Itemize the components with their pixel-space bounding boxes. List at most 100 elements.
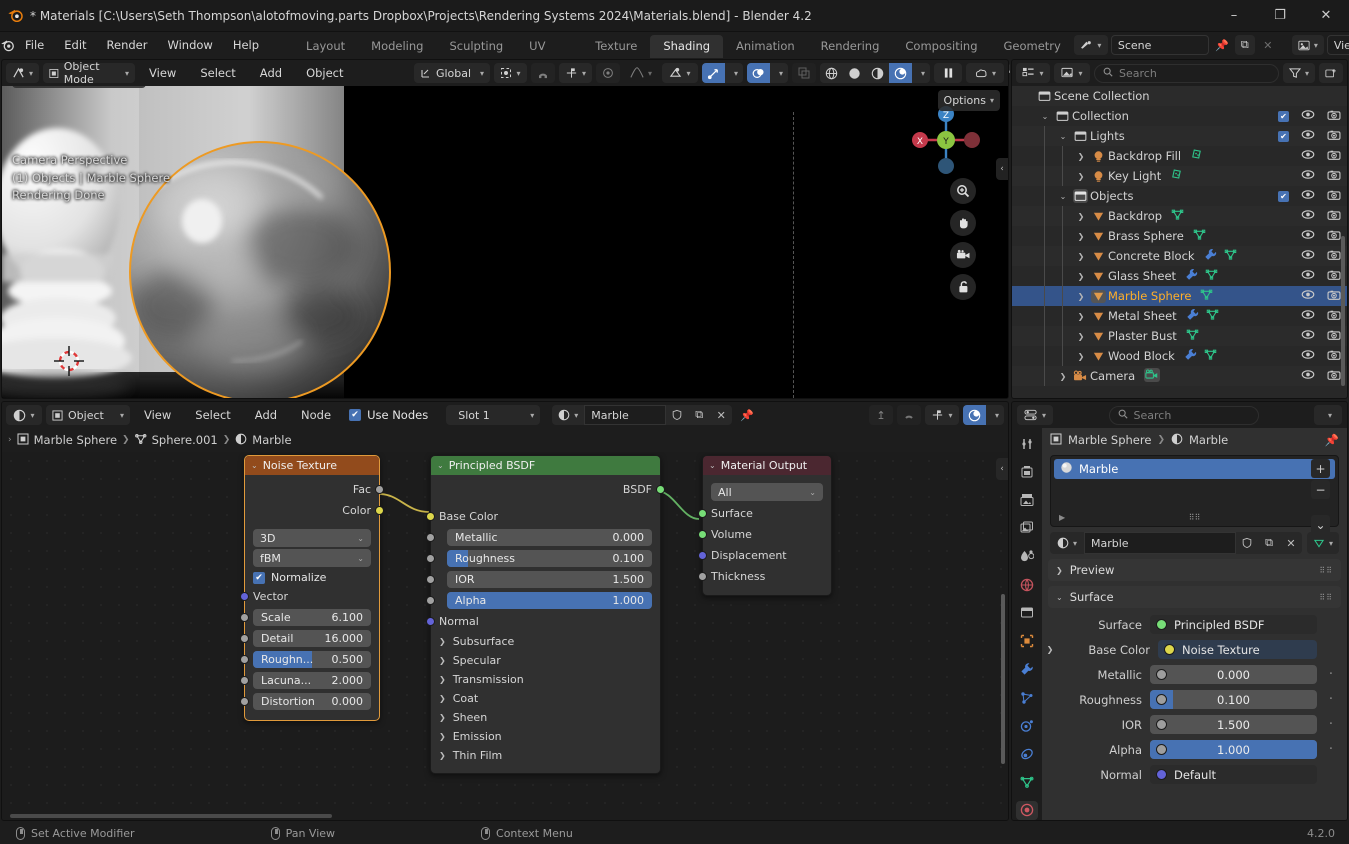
preview-chevron-icon[interactable]: ❯ <box>1056 566 1063 575</box>
bsdf-input-metallic[interactable]: Metallic 0.000 <box>426 527 660 548</box>
tab-modifiers[interactable] <box>1016 660 1038 679</box>
outliner-row-marble-sphere[interactable]: ❯ Marble Sphere <box>1012 286 1347 306</box>
properties-material-browse-icon[interactable]: ▾ <box>1050 532 1084 554</box>
breadcrumb-mesh-name[interactable]: Sphere.001 <box>152 433 218 447</box>
node-noise-texture[interactable]: ⌄ Noise Texture Fac Color 3D ⌄ fBM ⌄ ✔ N… <box>240 455 384 721</box>
properties-material-name[interactable]: Marble <box>1189 433 1228 447</box>
noise-output-color[interactable]: Color <box>245 500 384 521</box>
bsdf-input-alpha[interactable]: Alpha 1.000 <box>426 590 660 611</box>
disable-in-render-icon[interactable] <box>1327 189 1341 204</box>
tab-collection[interactable] <box>1016 603 1038 622</box>
bsdf-input-base-color[interactable]: Base Color <box>426 506 660 527</box>
noise-input-roughness[interactable]: Roughn... 0.500 <box>240 649 379 670</box>
new-scene-icon[interactable]: ⧉ <box>1234 35 1255 55</box>
disable-in-render-icon[interactable] <box>1327 229 1341 244</box>
disable-in-render-icon[interactable] <box>1327 169 1341 184</box>
outliner-row-lights[interactable]: ⌄ Lights ✔ <box>1012 126 1347 146</box>
disable-in-render-icon[interactable] <box>1327 149 1341 164</box>
noise-output-fac[interactable]: Fac <box>245 479 384 500</box>
rendered-shading-button[interactable] <box>888 63 912 83</box>
pivot-point-icon[interactable]: ▾ <box>493 63 527 83</box>
node-menu-add[interactable]: Add <box>245 402 287 428</box>
lacunarity-field[interactable]: Lacuna... 2.000 <box>253 672 371 689</box>
hide-in-viewport-icon[interactable] <box>1301 249 1315 263</box>
distortion-field[interactable]: Distortion 0.000 <box>253 693 371 710</box>
bsdf-panel-coat[interactable]: ❯ Coat <box>431 689 660 708</box>
collection-exclude-checkbox[interactable]: ✔ <box>1278 110 1289 122</box>
properties-editor-type-icon[interactable]: ▾ <box>1017 405 1053 425</box>
hide-in-viewport-icon[interactable] <box>1301 289 1315 303</box>
tab-object[interactable] <box>1016 632 1038 651</box>
remove-material-slot-button[interactable]: − <box>1311 480 1330 499</box>
disclosure-triangle-icon[interactable]: ❯ <box>1056 372 1070 381</box>
outliner-row-glass-sheet[interactable]: ❯ Glass Sheet <box>1012 266 1347 286</box>
normalize-checkbox[interactable]: ✔ <box>253 571 265 584</box>
proportional-edit-icon[interactable] <box>595 63 620 83</box>
menu-help[interactable]: Help <box>223 32 269 58</box>
bsdf-panel-emission[interactable]: ❯ Emission <box>431 727 660 746</box>
viewport-menu-object[interactable]: Object <box>296 60 353 86</box>
output-collapse-chevron-icon[interactable]: ⌄ <box>709 461 716 470</box>
tab-object-data[interactable] <box>1016 773 1038 792</box>
outliner-row-backdrop[interactable]: ❯ Backdrop <box>1012 206 1347 226</box>
disable-in-render-icon[interactable] <box>1327 109 1341 124</box>
surface-chevron-icon[interactable]: ⌄ <box>1056 593 1063 602</box>
pan-hand-icon[interactable] <box>950 210 976 236</box>
outliner-search-input[interactable]: Search <box>1094 63 1279 83</box>
viewport-options-dropdown[interactable]: Options ▾ <box>937 90 1000 111</box>
properties-object-name[interactable]: Marble Sphere <box>1068 433 1151 447</box>
outliner-tree[interactable]: Scene Collection ⌄ Collection ✔ ⌄ Lights ✔ ❯ Bac… <box>1012 86 1347 398</box>
hide-in-viewport-icon[interactable] <box>1301 109 1315 123</box>
node-principled-bsdf[interactable]: ⌄ Principled BSDF BSDF Base Color Metall… <box>426 455 665 774</box>
show-overlays-button[interactable] <box>746 63 770 83</box>
subsurface-chevron-icon[interactable]: ❯ <box>439 637 446 646</box>
tab-view-layer[interactable] <box>1016 519 1038 538</box>
material-slot-menu-button[interactable]: ⌄ <box>1311 515 1330 534</box>
bsdf-panel-specular[interactable]: ❯ Specular <box>431 651 660 670</box>
properties-search-input[interactable]: Search <box>1108 405 1259 425</box>
hide-in-viewport-icon[interactable] <box>1301 149 1315 163</box>
mesh-data-icon[interactable] <box>1205 268 1218 284</box>
noise-input-detail[interactable]: Detail 16.000 <box>240 628 379 649</box>
menu-edit[interactable]: Edit <box>54 32 96 58</box>
disclosure-triangle-icon[interactable]: ❯ <box>1074 292 1088 301</box>
distortion-socket[interactable] <box>240 697 249 706</box>
breadcrumb-material-name[interactable]: Marble <box>252 433 291 447</box>
snap-node-parent-icon[interactable]: ↥ <box>868 405 893 425</box>
color-socket[interactable] <box>375 506 384 515</box>
prop-surface-field[interactable]: Principled BSDF <box>1150 615 1317 634</box>
disable-in-render-icon[interactable] <box>1327 289 1341 304</box>
surface-socket[interactable] <box>698 509 707 518</box>
mesh-data-icon[interactable] <box>1193 228 1206 244</box>
disclosure-triangle-icon[interactable]: ❯ <box>1074 212 1088 221</box>
coat-chevron-icon[interactable]: ❯ <box>439 694 446 703</box>
sheen-chevron-icon[interactable]: ❯ <box>439 713 446 722</box>
editor-type-icon[interactable]: ▾ <box>6 63 40 83</box>
bsdf-roughness-socket[interactable] <box>426 554 435 563</box>
outliner-row-metal-sheet[interactable]: ❯ Metal Sheet <box>1012 306 1347 326</box>
node-scrollbar-vertical[interactable] <box>1001 594 1005 764</box>
tab-particles[interactable] <box>1016 688 1038 707</box>
disclosure-triangle-icon[interactable]: ❯ <box>1074 332 1088 341</box>
mesh-data-icon[interactable] <box>1204 348 1217 364</box>
properties-pin-icon[interactable]: 📌 <box>1325 433 1339 447</box>
outliner-row-backdrop-fill[interactable]: ❯ Backdrop Fill <box>1012 146 1347 166</box>
shader-type-dropdown[interactable]: Object ▾ <box>46 405 130 425</box>
scene-name-field[interactable]: Scene <box>1110 35 1209 55</box>
material-slot-list[interactable]: Marble ▶ ⠿⠿ + − ⌄ <box>1050 455 1339 534</box>
detail-socket[interactable] <box>240 634 249 643</box>
node-shading-dropdown[interactable]: ▾ <box>986 405 1004 425</box>
zoom-icon[interactable] <box>950 178 976 204</box>
detail-field[interactable]: Detail 16.000 <box>253 630 371 647</box>
disclosure-triangle-icon[interactable]: ❯ <box>1074 312 1088 321</box>
material-slot-resize-handle[interactable]: ▶ ⠿⠿ <box>1051 510 1338 524</box>
bsdf-output-socket[interactable] <box>656 485 665 494</box>
tab-physics[interactable] <box>1016 716 1038 735</box>
bsdf-collapse-chevron-icon[interactable]: ⌄ <box>437 461 444 470</box>
tab-geometry-nodes[interactable]: Geometry N <box>991 35 1074 76</box>
bsdf-output[interactable]: BSDF <box>431 479 665 500</box>
disclosure-triangle-icon[interactable]: ❯ <box>1074 172 1088 181</box>
disable-in-render-icon[interactable] <box>1327 369 1341 384</box>
mesh-data-icon[interactable] <box>1171 208 1184 224</box>
tab-animation[interactable]: Animation <box>723 35 808 58</box>
